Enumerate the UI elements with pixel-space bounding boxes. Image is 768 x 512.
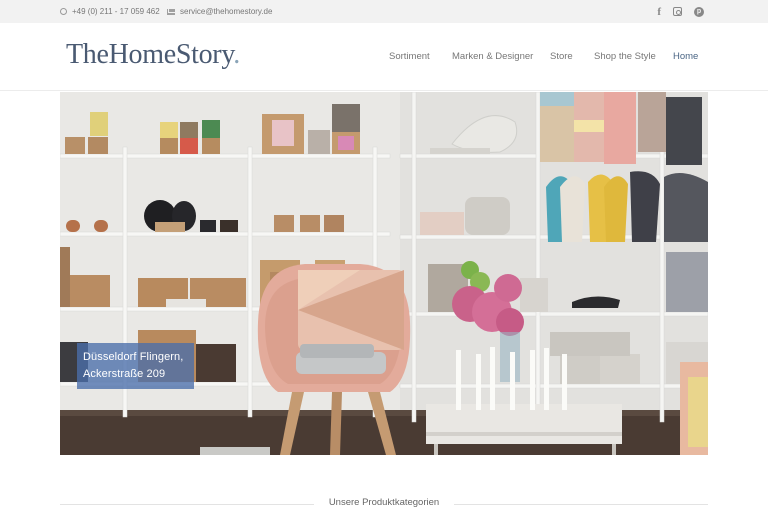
product-categories-section: Unsere Produktkategorien [60, 497, 708, 511]
phone-number[interactable]: +49 (0) 211 - 17 059 462 [72, 7, 160, 16]
pinterest-icon[interactable]: p [694, 6, 704, 17]
site-header: TheHomeStory. Sortiment Marken & Designe… [0, 23, 768, 91]
phone-contact[interactable]: +49 (0) 211 - 17 059 462 [60, 0, 160, 23]
hero-caption: Düsseldorf Flingern, Ackerstraße 209 [77, 343, 194, 389]
email-address[interactable]: service@thehomestory.de [180, 7, 272, 16]
facebook-icon[interactable]: f [657, 6, 661, 17]
top-bar: +49 (0) 211 - 17 059 462 service@thehome… [0, 0, 768, 23]
phone-icon [60, 8, 67, 15]
logo-dot: . [233, 39, 240, 70]
social-links: f p [657, 0, 704, 23]
section-title: Unsere Produktkategorien [328, 497, 440, 508]
instagram-icon[interactable] [673, 7, 682, 16]
nav-item-marken-designer[interactable]: Marken & Designer [452, 51, 533, 62]
nav-item-home[interactable]: Home [673, 51, 698, 62]
email-contact[interactable]: service@thehomestory.de [167, 0, 272, 23]
logo-text: TheHomeStory [66, 39, 234, 70]
caption-line-2: Ackerstraße 209 [83, 368, 166, 380]
hero-photo [60, 92, 708, 455]
site-logo[interactable]: TheHomeStory. [66, 39, 240, 71]
nav-item-sortiment[interactable]: Sortiment [389, 51, 430, 62]
mail-icon [167, 8, 176, 15]
nav-item-shop-the-style[interactable]: Shop the Style [594, 51, 656, 62]
divider-right [454, 504, 708, 505]
caption-line-1: Düsseldorf Flingern, [83, 351, 184, 363]
nav-item-store[interactable]: Store [550, 51, 573, 62]
hero-slider[interactable]: Düsseldorf Flingern, Ackerstraße 209 [60, 92, 708, 455]
